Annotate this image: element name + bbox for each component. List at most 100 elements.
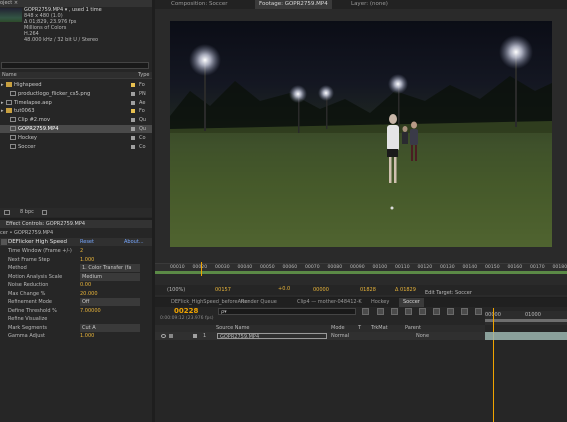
list-item[interactable]: GOPR2759.MP4 Qu — [0, 125, 152, 133]
out-point[interactable]: 01828 — [360, 285, 376, 295]
effect-param-row[interactable]: Gamma Adjust 1.000 — [0, 332, 152, 340]
brainstorm-icon[interactable] — [447, 308, 454, 315]
label-color-swatch[interactable] — [131, 83, 135, 87]
label-color-swatch[interactable] — [131, 135, 135, 140]
effect-param-label: Refinement Mode — [8, 299, 53, 305]
effect-controls-tab[interactable]: Effect Controls: GOPR2759.MP4 — [0, 220, 152, 228]
label-color-swatch[interactable] — [193, 334, 197, 338]
effect-param-value[interactable]: 0.00 — [80, 281, 91, 289]
tab-footage[interactable]: Footage: GOPR2759.MP4 — [255, 0, 332, 9]
timeline-search-input[interactable]: ρ▾ — [218, 308, 356, 315]
column-parent[interactable]: Parent — [405, 325, 421, 332]
effect-param-row[interactable]: Next Frame Step 1.000 — [0, 256, 152, 264]
effect-param-value[interactable]: 1. Color Transfer (fa — [80, 264, 140, 272]
effect-param-value[interactable]: Off — [80, 298, 140, 306]
list-item[interactable]: ▸ Highspeed Fo — [0, 81, 152, 89]
comp-mini-flowchart-icon[interactable] — [362, 308, 369, 315]
work-area-bar[interactable] — [155, 271, 567, 274]
about-button[interactable]: About... — [124, 238, 144, 246]
motion-blur-icon[interactable] — [419, 308, 426, 315]
list-item-name: Soccer — [18, 143, 36, 150]
label-color-swatch[interactable] — [131, 109, 135, 114]
work-area-bar[interactable] — [485, 319, 567, 322]
effect-param-row[interactable]: Refine Visualize — [0, 315, 152, 323]
effect-param-row[interactable]: Define Threshold % 7.00000 — [0, 307, 152, 315]
project-panel: oject × GOPR2759.MP4 ▾ , used 1 time 848… — [0, 0, 152, 218]
shy-layers-icon[interactable] — [391, 308, 398, 315]
effect-param-value[interactable]: 1.000 — [80, 332, 94, 340]
column-name[interactable]: Name — [2, 72, 17, 79]
list-item[interactable]: Hockey Co — [0, 134, 152, 142]
timeline-tab[interactable]: Hockey — [367, 298, 393, 307]
label-color-swatch[interactable] — [131, 127, 135, 131]
list-item[interactable]: productlogo_flicker_cs5.png PN — [0, 90, 152, 98]
timeline-tab[interactable]: Soccer — [399, 298, 424, 307]
list-item[interactable]: Clip #2.mov Qu — [0, 116, 152, 124]
list-item-name: tut0063 — [14, 108, 35, 115]
column-source-name[interactable]: Source Name — [216, 325, 250, 332]
effect-param-row[interactable]: Max Change % 20.000 — [0, 290, 152, 298]
layer-duration-bar[interactable] — [485, 332, 567, 340]
fx-toggle[interactable] — [1, 239, 7, 245]
effect-param-value[interactable]: Cut A — [80, 323, 140, 332]
project-tab[interactable]: oject × — [0, 0, 152, 7]
layer-name[interactable]: GOPR2759.MP4 — [217, 333, 327, 340]
current-time[interactable]: 00228 — [174, 307, 198, 315]
bpc-label[interactable]: 8 bpc — [20, 208, 34, 217]
timeline-header: 00228 0:00:09:12 (23.976 fps) ρ▾ — [155, 307, 485, 325]
column-t[interactable]: T — [358, 325, 361, 332]
trash-icon[interactable] — [42, 210, 47, 215]
timeline-ruler[interactable]: 00000 01000 — [485, 311, 567, 325]
effect-param-value[interactable]: 20.000 — [80, 290, 98, 298]
offset-value[interactable]: +0.0 — [278, 284, 290, 294]
effect-param-value[interactable]: 1.000 — [80, 256, 94, 264]
effect-param-row[interactable]: Motion Analysis Scale Medium — [0, 272, 152, 281]
in-point[interactable]: 00000 — [313, 285, 329, 295]
playhead[interactable] — [201, 262, 202, 276]
tab-composition[interactable]: Composition: Soccer — [167, 0, 232, 9]
footage-frame[interactable] — [170, 21, 552, 247]
layer-parent[interactable]: None — [416, 332, 429, 340]
layer-mode[interactable]: Normal — [331, 332, 349, 340]
frame-blending-icon[interactable] — [405, 308, 412, 315]
label-color-swatch[interactable] — [131, 144, 135, 149]
timeline-playhead[interactable] — [493, 308, 494, 422]
label-color-swatch[interactable] — [131, 118, 135, 123]
column-type[interactable]: Type — [138, 72, 149, 79]
project-search-input[interactable] — [1, 62, 149, 69]
label-color-swatch[interactable] — [131, 91, 135, 96]
timeline-tab[interactable]: Render Queue — [237, 298, 281, 307]
audio-icon[interactable] — [169, 334, 173, 338]
effect-param-label: Next Frame Step — [8, 256, 50, 263]
effect-param-row[interactable]: Noise Reduction 0.00 — [0, 281, 152, 289]
visibility-eye-icon[interactable] — [161, 334, 166, 338]
list-item[interactable]: ▸ tut0063 Fo — [0, 107, 152, 115]
layer-row[interactable]: 1 GOPR2759.MP4 Normal None — [155, 332, 485, 340]
list-item[interactable]: Soccer Co — [0, 143, 152, 151]
magnification-dropdown[interactable]: (100%) — [167, 285, 185, 295]
timeline-tab[interactable]: Clip4 — mother-048412-K — [293, 298, 366, 307]
duration: Δ 01829 — [395, 287, 416, 293]
auto-keyframe-icon[interactable] — [461, 308, 468, 315]
effect-param-value[interactable]: 7.00000 — [80, 307, 101, 315]
column-mode[interactable]: Mode — [331, 325, 345, 332]
current-frame[interactable]: 00157 — [215, 285, 231, 295]
column-trkmat[interactable]: TrkMat — [371, 325, 388, 332]
draft-3d-icon[interactable] — [377, 308, 384, 315]
effect-param-value[interactable]: Medium — [80, 272, 140, 281]
label-color-swatch[interactable] — [131, 100, 135, 105]
list-item[interactable]: ▸ Timelapse.aep Ae — [0, 99, 152, 107]
effect-param-row[interactable]: Method 1. Color Transfer (fa — [0, 264, 152, 272]
reset-button[interactable]: Reset — [80, 238, 94, 246]
effect-param-label: Max Change % — [8, 290, 46, 297]
effect-param-row[interactable]: Refinement Mode Off — [0, 298, 152, 306]
comp-settings-icon[interactable] — [475, 308, 482, 315]
effect-param-value[interactable]: 2 — [80, 247, 83, 255]
effect-name[interactable]: DEFlicker High Speed — [8, 238, 67, 246]
effect-param-row[interactable]: Mark Segments Cut A — [0, 323, 152, 332]
footage-ruler[interactable]: 00010 00020 00030 00040 00050 00060 00070 00080… — [155, 263, 567, 271]
new-folder-icon[interactable] — [4, 210, 10, 215]
effect-param-row[interactable]: Time Window (Frame +/-) 2 — [0, 247, 152, 255]
tab-layer[interactable]: Layer: (none) — [347, 0, 392, 9]
graph-editor-icon[interactable] — [433, 308, 440, 315]
